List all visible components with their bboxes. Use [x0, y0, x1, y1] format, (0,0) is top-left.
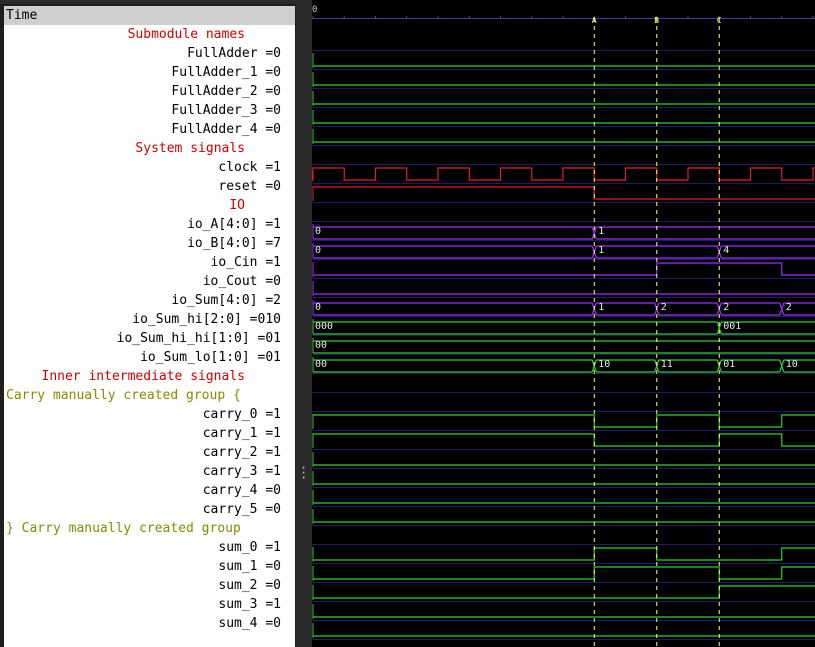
signal-name[interactable]: carry_0 =1 [4, 405, 295, 424]
signal-name[interactable]: sum_3 =1 [4, 595, 295, 614]
marker-label: A [592, 16, 597, 25]
signal-name[interactable]: carry_3 =1 [4, 462, 295, 481]
bus-value: 4 [723, 245, 729, 256]
time-zero-label: 0 [312, 5, 317, 15]
bus-transition [781, 302, 785, 316]
group-label[interactable]: Carry manually created group { [4, 386, 295, 405]
bit-wave [313, 414, 815, 428]
signal-name[interactable]: io_Cin =1 [4, 253, 295, 272]
signal-name[interactable]: carry_2 =1 [4, 443, 295, 462]
marker-label: B [654, 16, 659, 25]
signal-name[interactable]: carry_4 =0 [4, 481, 295, 500]
bus-value: 10 [786, 359, 798, 370]
bus-value: 001 [723, 321, 741, 332]
signal-name[interactable]: io_Sum_hi_hi[1:0] =01 [4, 329, 295, 348]
bit-wave [313, 186, 815, 200]
bus-value: 0 [315, 302, 321, 313]
signal-name[interactable]: FullAdder =0 [4, 44, 295, 63]
bus-value: 0 [315, 245, 321, 256]
signal-name[interactable]: sum_1 =0 [4, 557, 295, 576]
bus-value: 1 [598, 302, 604, 313]
signal-name[interactable]: io_Cout =0 [4, 272, 295, 291]
bit-wave [313, 262, 815, 276]
section-header[interactable]: Submodule names [4, 25, 295, 44]
bus-value: 11 [661, 359, 673, 370]
pane-splitter[interactable] [296, 0, 312, 647]
signal-name[interactable]: io_Sum_hi[2:0] =010 [4, 310, 295, 329]
signal-name[interactable]: io_Sum_lo[1:0] =01 [4, 348, 295, 367]
waveform-canvas[interactable]: 00 10 1 40 1 2 2 2000 0010000 10 11 01 10A B C [312, 0, 815, 647]
bus-value: 000 [315, 321, 333, 332]
bit-wave [313, 585, 815, 599]
waveform-pane[interactable]: 0 0 1 0 1 4 0 1 2 2 2 000 001 00 00 10 11 01 10 A B C [312, 0, 815, 647]
signal-name[interactable]: FullAdder_4 =0 [4, 120, 295, 139]
bus-value: 2 [661, 302, 667, 313]
bus-value: 2 [723, 302, 729, 313]
section-header[interactable]: Inner intermediate signals [4, 367, 295, 386]
section-header[interactable]: IO [4, 196, 295, 215]
signal-name[interactable]: reset =0 [4, 177, 295, 196]
bit-wave [313, 547, 815, 561]
bus-value: 1 [598, 226, 604, 237]
signal-name[interactable]: sum_0 =1 [4, 538, 295, 557]
signal-name[interactable]: sum_4 =0 [4, 614, 295, 633]
section-header[interactable]: System signals [4, 139, 295, 158]
bit-wave [313, 566, 815, 580]
bus-value: 0 [315, 226, 321, 237]
bus-value: 2 [786, 302, 792, 313]
bus-value: 10 [598, 359, 610, 370]
signal-name[interactable]: sum_2 =0 [4, 576, 295, 595]
bus-value: 00 [315, 359, 327, 370]
bus-value: 00 [315, 340, 327, 351]
marker-label: C [717, 16, 722, 25]
clock-wave [312, 167, 815, 181]
bus-value: 1 [598, 245, 604, 256]
splitter-grip-icon[interactable]: · · · [300, 462, 307, 484]
signal-name[interactable]: io_Sum[4:0] =2 [4, 291, 295, 310]
signal-names-pane[interactable]: Time Submodule names FullAdder =0 FullAdde… [4, 6, 295, 647]
time-header: Time [4, 6, 295, 25]
signal-name[interactable]: FullAdder_3 =0 [4, 101, 295, 120]
signal-name[interactable]: io_B[4:0] =7 [4, 234, 295, 253]
signal-name[interactable]: clock =1 [4, 158, 295, 177]
signal-name[interactable]: FullAdder_1 =0 [4, 63, 295, 82]
group-label[interactable]: } Carry manually created group [4, 519, 295, 538]
signal-name[interactable]: io_A[4:0] =1 [4, 215, 295, 234]
signal-name[interactable]: carry_1 =1 [4, 424, 295, 443]
signal-name[interactable]: FullAdder_2 =0 [4, 82, 295, 101]
bus-transition [781, 359, 785, 373]
bit-wave [313, 433, 815, 447]
bus-value: 01 [723, 359, 735, 370]
signal-name[interactable]: carry_5 =0 [4, 500, 295, 519]
